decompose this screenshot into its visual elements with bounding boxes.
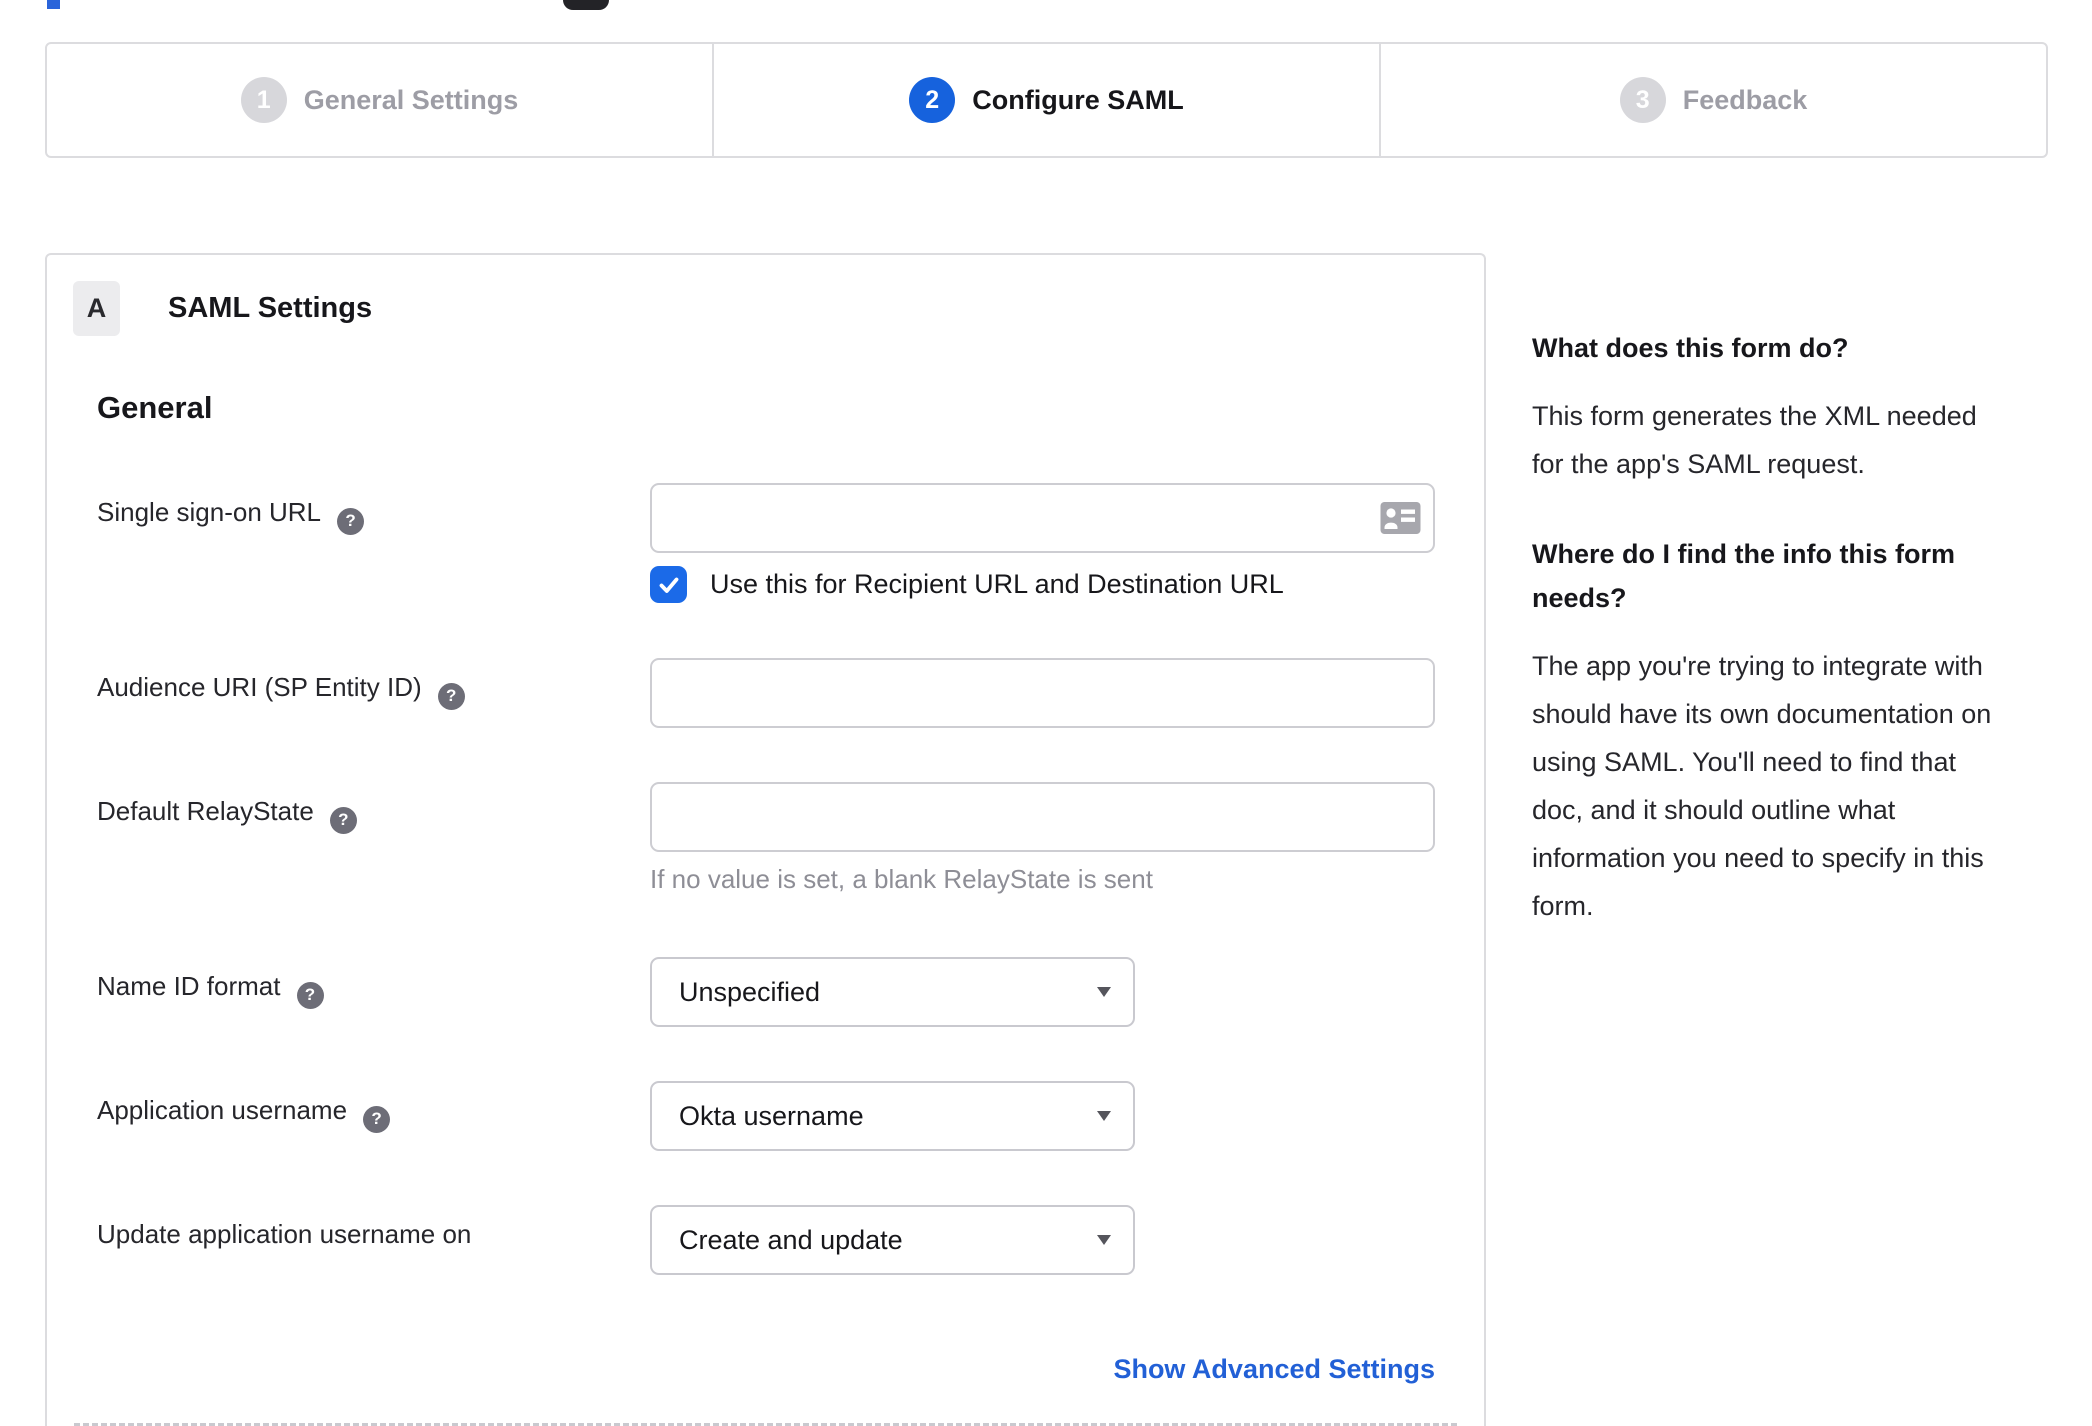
relay-state-label: Default RelayState? xyxy=(97,782,650,895)
sso-url-field-row: Single sign-on URL? Use this for Recipie… xyxy=(97,483,1484,603)
field-label-text: Update application username on xyxy=(97,1219,472,1249)
audience-uri-label: Audience URI (SP Entity ID)? xyxy=(97,658,650,728)
application-username-field-row: Application username? Okta username xyxy=(97,1081,1484,1151)
clipped-element-fragment xyxy=(563,0,609,10)
sidebar-question-where: Where do I find the info this form needs… xyxy=(1532,539,1955,613)
help-icon[interactable]: ? xyxy=(296,981,324,1009)
help-icon[interactable]: ? xyxy=(437,682,465,710)
advanced-settings-row: Show Advanced Settings xyxy=(97,1354,1435,1385)
update-username-select[interactable]: Create and update xyxy=(650,1205,1135,1275)
relay-state-input-wrap xyxy=(650,782,1435,852)
field-label-text: Default RelayState xyxy=(97,796,314,826)
saml-settings-panel: A SAML Settings General Single sign-on U… xyxy=(45,253,1486,1426)
step-label: General Settings xyxy=(303,84,519,115)
step-number-badge: 2 xyxy=(909,77,956,123)
step-configure-saml[interactable]: 2 Configure SAML xyxy=(712,44,1379,156)
sso-url-input-wrap xyxy=(650,483,1435,553)
sso-url-control: Use this for Recipient URL and Destinati… xyxy=(650,483,1435,603)
relay-state-input[interactable] xyxy=(650,782,1435,852)
audience-uri-input-wrap xyxy=(650,658,1435,728)
selected-option-label: Create and update xyxy=(679,1224,903,1255)
step-general-settings[interactable]: 1 General Settings xyxy=(47,44,712,156)
checkmark-icon xyxy=(659,577,678,593)
help-icon[interactable]: ? xyxy=(337,507,365,535)
panel-header: A SAML Settings xyxy=(73,281,1484,336)
application-username-select[interactable]: Okta username xyxy=(650,1081,1135,1151)
dropdown-arrow-icon xyxy=(1097,987,1111,997)
section-badge-a: A xyxy=(73,281,120,336)
sidebar-answer-where: The app you're trying to integrate with … xyxy=(1532,651,1992,921)
field-label-text: Name ID format xyxy=(97,971,281,1001)
sso-url-input[interactable] xyxy=(650,483,1435,553)
relay-state-control: If no value is set, a blank RelayState i… xyxy=(650,782,1435,895)
step-label: Configure SAML xyxy=(972,84,1184,115)
dropdown-arrow-icon xyxy=(1097,1111,1111,1121)
contact-card-icon[interactable] xyxy=(1380,502,1421,535)
update-username-label: Update application username on xyxy=(97,1205,650,1275)
step-number-badge: 1 xyxy=(240,77,287,123)
relay-state-hint: If no value is set, a blank RelayState i… xyxy=(650,864,1153,894)
setup-wizard-stepper: 1 General Settings 2 Configure SAML 3 Fe… xyxy=(45,42,2048,158)
selected-option-label: Okta username xyxy=(679,1100,864,1131)
name-id-format-field-row: Name ID format? Unspecified xyxy=(97,957,1484,1027)
recipient-destination-checkbox[interactable] xyxy=(650,566,687,603)
panel-title: SAML Settings xyxy=(168,292,373,324)
field-label-text: Application username xyxy=(97,1095,348,1125)
step-number-badge: 3 xyxy=(1619,77,1666,123)
field-label-text: Single sign-on URL xyxy=(97,497,322,527)
clipped-page-title-fragment xyxy=(47,0,60,9)
sidebar-answer-what: This form generates the XML needed for t… xyxy=(1532,401,1977,479)
step-label: Feedback xyxy=(1682,84,1808,115)
relay-state-field-row: Default RelayState? If no value is set, … xyxy=(97,782,1484,895)
dropdown-arrow-icon xyxy=(1097,1235,1111,1245)
saml-general-form: Single sign-on URL? Use this for Recipie… xyxy=(97,483,1484,1385)
help-icon[interactable]: ? xyxy=(329,806,357,834)
sidebar-question-what: What does this form do? xyxy=(1532,333,1849,363)
recipient-checkbox-row: Use this for Recipient URL and Destinati… xyxy=(650,566,1435,603)
help-sidebar: What does this form do? This form genera… xyxy=(1532,326,2040,930)
section-title-general: General xyxy=(97,390,213,425)
sso-url-label: Single sign-on URL? xyxy=(97,483,650,603)
show-advanced-settings-link[interactable]: Show Advanced Settings xyxy=(1113,1354,1435,1384)
step-feedback[interactable]: 3 Feedback xyxy=(1379,44,2046,156)
update-username-field-row: Update application username on Create an… xyxy=(97,1205,1484,1275)
name-id-format-select[interactable]: Unspecified xyxy=(650,957,1135,1027)
checkbox-label: Use this for Recipient URL and Destinati… xyxy=(710,569,1284,599)
audience-uri-input[interactable] xyxy=(650,658,1435,728)
application-username-label: Application username? xyxy=(97,1081,650,1151)
name-id-format-label: Name ID format? xyxy=(97,957,650,1027)
field-label-text: Audience URI (SP Entity ID) xyxy=(97,672,422,702)
help-icon[interactable]: ? xyxy=(363,1105,391,1133)
selected-option-label: Unspecified xyxy=(679,976,821,1007)
audience-uri-field-row: Audience URI (SP Entity ID)? xyxy=(97,658,1484,728)
